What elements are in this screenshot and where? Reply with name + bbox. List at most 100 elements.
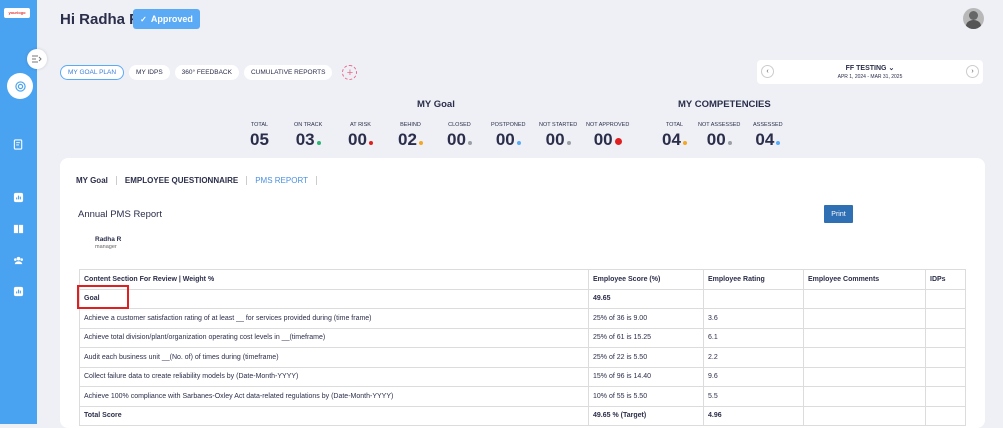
report-icon xyxy=(13,286,24,297)
goal-stat[interactable]: NOT STARTED 00 xyxy=(539,122,577,150)
stat-label: NOT STARTED xyxy=(539,122,578,128)
table-cell-content: Total Score xyxy=(79,405,589,426)
goal-stat[interactable]: POSTPONED 00 xyxy=(491,122,526,150)
status-dot-icon xyxy=(316,141,321,145)
status-dot-icon xyxy=(516,141,521,145)
table-cell-idps xyxy=(925,347,966,368)
chevron-right-icon[interactable]: › xyxy=(966,65,979,78)
table-cell-content: Audit each business unit __(No. of) of t… xyxy=(79,347,589,368)
expand-sidebar-button[interactable] xyxy=(27,49,47,69)
stat-value: 03 xyxy=(294,130,322,150)
employee-role: manager xyxy=(95,244,117,250)
period-selector: ‹ FF TESTING ⌄ APR 1, 2024 - MAR 31, 202… xyxy=(757,60,983,84)
menu-expand-icon xyxy=(32,55,42,63)
stat-value: 02 xyxy=(398,130,423,150)
my-goal-title: MY Goal xyxy=(417,99,455,110)
stat-label: POSTPONED xyxy=(491,122,526,128)
sidebar-item-analytics[interactable] xyxy=(12,191,25,204)
competency-stat[interactable]: ASSESSED 04 xyxy=(753,122,783,150)
table-cell-comments xyxy=(803,308,926,329)
check-icon: ✓ xyxy=(140,14,147,24)
chart-icon xyxy=(13,192,24,203)
stat-value: 05 xyxy=(250,130,269,149)
table-cell-idps xyxy=(925,386,966,407)
stat-label: AT RISK xyxy=(350,122,371,128)
competency-stat[interactable]: TOTAL 04 xyxy=(662,122,687,150)
subtab-employee-questionnaire[interactable]: EMPLOYEE QUESTIONNAIRE xyxy=(117,176,248,185)
table-cell-rating xyxy=(703,288,804,309)
table-cell-content: Achieve 100% compliance with Sarbanes-Ox… xyxy=(79,386,589,407)
stat-value: 00 xyxy=(348,130,373,150)
sidebar-item-forms[interactable] xyxy=(12,138,25,151)
period-name[interactable]: FF TESTING ⌄ xyxy=(757,64,983,72)
table-cell-idps xyxy=(925,327,966,348)
table-cell-rating: 4.96 xyxy=(703,405,804,426)
goal-stat[interactable]: ON TRACK 03 xyxy=(294,122,322,150)
goal-stat[interactable]: CLOSED 00 xyxy=(447,122,472,150)
tab-360-feedback[interactable]: 360° FEEDBACK xyxy=(174,65,239,80)
highlight-box xyxy=(77,285,129,309)
period-range: APR 1, 2024 - MAR 31, 2025 xyxy=(837,74,903,80)
greeting: Hi Radha R xyxy=(60,11,141,28)
table-cell-rating: 2.2 xyxy=(703,347,804,368)
table-row: Achieve total division/plant/organizatio… xyxy=(79,327,966,348)
table-cell-idps xyxy=(925,405,966,426)
stat-label: NOT ASSESSED xyxy=(698,122,741,128)
sub-tabs: MY Goal EMPLOYEE QUESTIONNAIRE PMS REPOR… xyxy=(76,176,317,185)
status-dot-icon xyxy=(368,141,373,145)
status-dot-icon xyxy=(682,141,687,145)
print-button[interactable]: Print xyxy=(824,205,853,223)
stat-label: NOT APPROVED xyxy=(586,122,630,128)
table-cell-score: 25% of 22 is 5.50 xyxy=(588,347,704,368)
sidebar-item-goals[interactable] xyxy=(7,73,33,99)
stat-label: CLOSED xyxy=(448,122,471,128)
sidebar-item-team[interactable] xyxy=(12,254,25,267)
status-badge[interactable]: ✓ Approved xyxy=(133,9,200,29)
avatar[interactable] xyxy=(963,8,984,29)
status-dot-icon xyxy=(776,141,781,145)
table-cell-score: 15% of 96 is 14.40 xyxy=(588,366,704,387)
stat-label: BEHIND xyxy=(400,122,421,128)
table-cell-comments xyxy=(803,327,926,348)
table-cell-comments xyxy=(803,386,926,407)
report-title: Annual PMS Report xyxy=(78,209,162,220)
stat-value: 00 xyxy=(698,130,740,150)
goal-stat[interactable]: BEHIND 02 xyxy=(398,122,423,150)
table-header-row: Content Section For Review | Weight % Em… xyxy=(79,269,966,290)
chevron-down-icon: ⌄ xyxy=(888,65,895,72)
add-tab-button[interactable]: + xyxy=(342,65,358,80)
sidebar-item-reports[interactable] xyxy=(12,285,25,298)
table-cell-score: 49.65 xyxy=(588,288,704,309)
goal-stat[interactable]: TOTAL 05 xyxy=(250,122,269,150)
company-logo: yourlogo xyxy=(4,8,30,18)
goal-stat[interactable]: NOT APPROVED 00 xyxy=(586,122,629,150)
tab-cumulative-reports[interactable]: CUMULATIVE REPORTS xyxy=(243,65,333,80)
status-dot-icon xyxy=(614,138,622,145)
stat-value: 04 xyxy=(753,130,783,150)
competency-stat[interactable]: NOT ASSESSED 00 xyxy=(698,122,740,150)
pms-report-table: Content Section For Review | Weight % Em… xyxy=(79,269,966,426)
sidebar-item-library[interactable] xyxy=(12,222,25,235)
table-row: Goal 49.65 xyxy=(79,288,966,309)
stat-label: ON TRACK xyxy=(294,122,323,128)
target-icon xyxy=(14,80,26,92)
column-header: Content Section For Review | Weight % xyxy=(79,269,589,290)
table-cell-content: Goal xyxy=(79,288,589,309)
subtab-pms-report[interactable]: PMS REPORT xyxy=(247,176,317,185)
tab-my-goal-plan[interactable]: MY GOAL PLAN xyxy=(60,65,125,80)
table-row: Total Score 49.65 % (Target) 4.96 xyxy=(79,405,966,426)
subtab-my-goal[interactable]: MY Goal xyxy=(76,176,117,185)
status-dot-icon xyxy=(727,141,732,145)
stat-label: ASSESSED xyxy=(753,122,783,128)
status-badge-label: Approved xyxy=(150,14,193,24)
column-header: Employee Score (%) xyxy=(588,269,704,290)
table-row: Audit each business unit __(No. of) of t… xyxy=(79,347,966,368)
table-cell-score: 49.65 % (Target) xyxy=(588,405,704,426)
table-cell-idps xyxy=(925,366,966,387)
table-cell-content: Achieve total division/plant/organizatio… xyxy=(79,327,589,348)
tab-my-idps[interactable]: MY IDPS xyxy=(129,65,170,80)
table-cell-rating: 9.6 xyxy=(703,366,804,387)
column-header: IDPs xyxy=(925,269,966,290)
report-card: MY Goal EMPLOYEE QUESTIONNAIRE PMS REPOR… xyxy=(60,158,985,428)
goal-stat[interactable]: AT RISK 00 xyxy=(348,122,373,150)
